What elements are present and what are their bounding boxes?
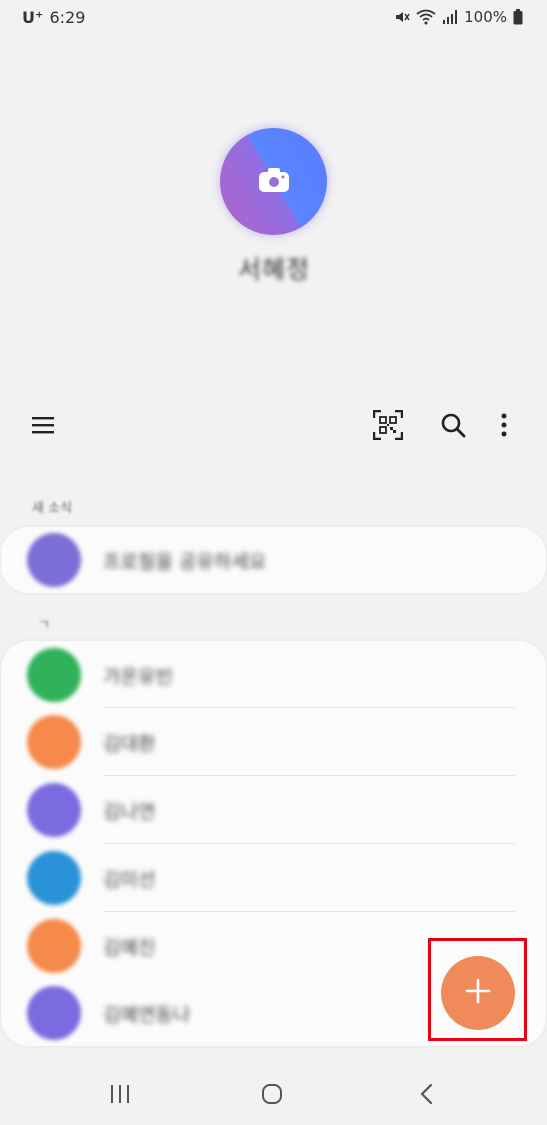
list-item[interactable]: 프로필을 공유하세요 (1, 526, 546, 594)
contact-name: 가온유빈 (103, 665, 173, 688)
contact-name: 김예진 (103, 936, 156, 959)
section-label-contacts: ㄱ (38, 618, 50, 633)
camera-icon (258, 167, 290, 197)
home-icon[interactable] (252, 1078, 292, 1110)
battery-label: 100% (464, 8, 507, 26)
status-bar-right: 100% (394, 8, 523, 26)
contact-row[interactable]: 가온유빈 (1, 641, 546, 709)
wifi-icon (416, 9, 436, 25)
contact-name: 김나연 (103, 800, 156, 823)
avatar (27, 986, 81, 1040)
avatar (27, 783, 81, 837)
back-icon[interactable] (406, 1078, 446, 1110)
section-label-new: 새 소식 (32, 501, 73, 516)
new-card: 프로필을 공유하세요 (1, 527, 546, 593)
battery-icon (513, 9, 523, 25)
carrier-label: U⁺ (22, 8, 44, 27)
avatar (27, 648, 81, 702)
contact-name: 김대환 (103, 732, 156, 755)
menu-icon[interactable] (26, 408, 60, 442)
signal-icon (442, 9, 458, 25)
contact-name: 김예연동나 (103, 1003, 191, 1026)
search-icon[interactable] (436, 408, 470, 442)
profile-name[interactable]: 서혜정 (215, 250, 333, 286)
profile-avatar[interactable] (220, 128, 327, 235)
contact-row[interactable]: 김대환 (1, 708, 546, 776)
contact-row[interactable]: 김미선 (1, 844, 546, 912)
contact-row[interactable]: 김나연 (1, 776, 546, 844)
contact-name: 김미선 (103, 868, 156, 891)
avatar (27, 533, 81, 587)
more-options-icon[interactable] (490, 408, 518, 442)
avatar (27, 715, 81, 769)
recent-apps-icon[interactable] (100, 1078, 140, 1110)
qr-code-icon[interactable] (370, 407, 406, 443)
avatar (27, 851, 81, 905)
status-bar-left: U⁺ 6:29 (22, 8, 85, 27)
status-time: 6:29 (49, 8, 86, 27)
highlight-box (428, 938, 527, 1041)
list-item-label: 프로필을 공유하세요 (103, 550, 267, 573)
mute-icon (394, 9, 410, 25)
avatar (27, 919, 81, 973)
